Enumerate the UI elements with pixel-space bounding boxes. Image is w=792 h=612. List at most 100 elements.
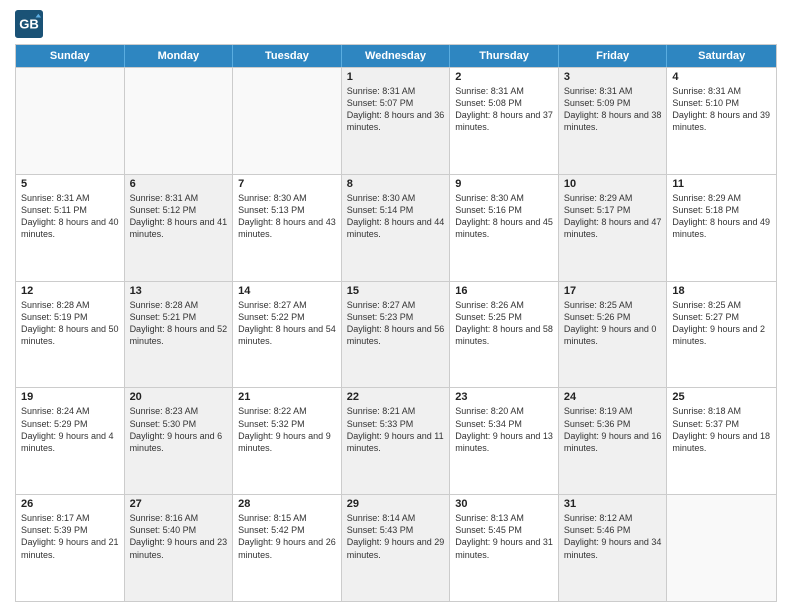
day-cell-11: 11 Sunrise: 8:29 AM Sunset: 5:18 PM Dayli…: [667, 175, 776, 281]
day-cell-29: 29Sunrise: 8:14 AM Sunset: 5:43 PM Dayli…: [342, 495, 451, 601]
header-cell-monday: Monday: [125, 45, 234, 67]
header-cell-friday: Friday: [559, 45, 668, 67]
day-number: 24: [564, 391, 662, 403]
day-cell-2: 2Sunrise: 8:31 AM Sunset: 5:08 PM Daylig…: [450, 68, 559, 174]
header-cell-tuesday: Tuesday: [233, 45, 342, 67]
empty-cell: [233, 68, 342, 174]
day-cell-21: 21 Sunrise: 8:22 AM Sunset: 5:32 PM Dayli…: [233, 388, 342, 494]
day-info: Sunrise: 8:25 AM Sunset: 5:26 PM Dayligh…: [564, 299, 662, 348]
day-cell-13: 13Sunrise: 8:28 AM Sunset: 5:21 PM Dayli…: [125, 282, 234, 388]
day-cell-5: 5 Sunrise: 8:31 AM Sunset: 5:11 PM Daylig…: [16, 175, 125, 281]
day-info: Sunrise: 8:29 AM Sunset: 5:17 PM Dayligh…: [564, 192, 662, 241]
day-number: 29: [347, 498, 445, 510]
week-row-4: 19 Sunrise: 8:24 AM Sunset: 5:29 PM Dayli…: [16, 387, 776, 494]
header-cell-thursday: Thursday: [450, 45, 559, 67]
day-cell-3: 3Sunrise: 8:31 AM Sunset: 5:09 PM Daylig…: [559, 68, 668, 174]
day-cell-8: 8 Sunrise: 8:30 AM Sunset: 5:14 PM Daylig…: [342, 175, 451, 281]
week-row-5: 26 Sunrise: 8:17 AM Sunset: 5:39 PM Dayli…: [16, 494, 776, 601]
day-cell-16: 16 Sunrise: 8:26 AM Sunset: 5:25 PM Dayli…: [450, 282, 559, 388]
week-row-2: 5 Sunrise: 8:31 AM Sunset: 5:11 PM Daylig…: [16, 174, 776, 281]
day-cell-12: 12 Sunrise: 8:28 AM Sunset: 5:19 PM Dayli…: [16, 282, 125, 388]
day-cell-22: 22 Sunrise: 8:21 AM Sunset: 5:33 PM Dayli…: [342, 388, 451, 494]
day-info: Sunrise: 8:31 AM Sunset: 5:07 PM Dayligh…: [347, 85, 445, 134]
day-cell-30: 30Sunrise: 8:13 AM Sunset: 5:45 PM Dayli…: [450, 495, 559, 601]
day-info: Sunrise: 8:26 AM Sunset: 5:25 PM Dayligh…: [455, 299, 553, 348]
day-info: Sunrise: 8:21 AM Sunset: 5:33 PM Dayligh…: [347, 405, 445, 454]
day-cell-14: 14Sunrise: 8:27 AM Sunset: 5:22 PM Dayli…: [233, 282, 342, 388]
day-info: Sunrise: 8:24 AM Sunset: 5:29 PM Dayligh…: [21, 405, 119, 454]
day-number: 12: [21, 285, 119, 297]
day-number: 7: [238, 178, 336, 190]
day-number: 15: [347, 285, 445, 297]
header: GB: [15, 10, 777, 38]
day-number: 18: [672, 285, 771, 297]
day-cell-9: 9 Sunrise: 8:30 AM Sunset: 5:16 PM Daylig…: [450, 175, 559, 281]
day-info: Sunrise: 8:27 AM Sunset: 5:23 PM Dayligh…: [347, 299, 445, 348]
day-number: 3: [564, 71, 662, 83]
day-number: 4: [672, 71, 771, 83]
day-number: 26: [21, 498, 119, 510]
day-cell-18: 18Sunrise: 8:25 AM Sunset: 5:27 PM Dayli…: [667, 282, 776, 388]
svg-text:GB: GB: [19, 17, 39, 32]
day-info: Sunrise: 8:18 AM Sunset: 5:37 PM Dayligh…: [672, 405, 771, 454]
day-info: Sunrise: 8:30 AM Sunset: 5:13 PM Dayligh…: [238, 192, 336, 241]
week-row-1: 1 Sunrise: 8:31 AM Sunset: 5:07 PM Daylig…: [16, 67, 776, 174]
day-number: 11: [672, 178, 771, 190]
day-number: 21: [238, 391, 336, 403]
day-cell-19: 19 Sunrise: 8:24 AM Sunset: 5:29 PM Dayli…: [16, 388, 125, 494]
day-cell-27: 27 Sunrise: 8:16 AM Sunset: 5:40 PM Dayli…: [125, 495, 234, 601]
day-cell-24: 24Sunrise: 8:19 AM Sunset: 5:36 PM Dayli…: [559, 388, 668, 494]
empty-cell: [16, 68, 125, 174]
day-info: Sunrise: 8:31 AM Sunset: 5:11 PM Dayligh…: [21, 192, 119, 241]
day-number: 6: [130, 178, 228, 190]
header-cell-sunday: Sunday: [16, 45, 125, 67]
day-number: 25: [672, 391, 771, 403]
page: GB SundayMondayTuesdayWednesdayThursdayF…: [0, 0, 792, 612]
day-cell-23: 23Sunrise: 8:20 AM Sunset: 5:34 PM Dayli…: [450, 388, 559, 494]
day-info: Sunrise: 8:30 AM Sunset: 5:14 PM Dayligh…: [347, 192, 445, 241]
empty-cell: [125, 68, 234, 174]
day-cell-20: 20Sunrise: 8:23 AM Sunset: 5:30 PM Dayli…: [125, 388, 234, 494]
day-cell-26: 26 Sunrise: 8:17 AM Sunset: 5:39 PM Dayli…: [16, 495, 125, 601]
day-cell-6: 6 Sunrise: 8:31 AM Sunset: 5:12 PM Daylig…: [125, 175, 234, 281]
calendar: SundayMondayTuesdayWednesdayThursdayFrid…: [15, 44, 777, 602]
day-info: Sunrise: 8:20 AM Sunset: 5:34 PM Dayligh…: [455, 405, 553, 454]
day-number: 28: [238, 498, 336, 510]
day-number: 1: [347, 71, 445, 83]
day-info: Sunrise: 8:17 AM Sunset: 5:39 PM Dayligh…: [21, 512, 119, 561]
day-number: 13: [130, 285, 228, 297]
day-cell-28: 28Sunrise: 8:15 AM Sunset: 5:42 PM Dayli…: [233, 495, 342, 601]
day-cell-4: 4 Sunrise: 8:31 AM Sunset: 5:10 PM Daylig…: [667, 68, 776, 174]
day-cell-7: 7 Sunrise: 8:30 AM Sunset: 5:13 PM Daylig…: [233, 175, 342, 281]
day-cell-17: 17Sunrise: 8:25 AM Sunset: 5:26 PM Dayli…: [559, 282, 668, 388]
day-info: Sunrise: 8:22 AM Sunset: 5:32 PM Dayligh…: [238, 405, 336, 454]
week-row-3: 12 Sunrise: 8:28 AM Sunset: 5:19 PM Dayli…: [16, 281, 776, 388]
day-info: Sunrise: 8:12 AM Sunset: 5:46 PM Dayligh…: [564, 512, 662, 561]
header-cell-saturday: Saturday: [667, 45, 776, 67]
day-number: 5: [21, 178, 119, 190]
logo-icon: GB: [15, 10, 43, 38]
day-number: 27: [130, 498, 228, 510]
day-number: 14: [238, 285, 336, 297]
day-info: Sunrise: 8:16 AM Sunset: 5:40 PM Dayligh…: [130, 512, 228, 561]
day-cell-10: 10 Sunrise: 8:29 AM Sunset: 5:17 PM Dayli…: [559, 175, 668, 281]
day-number: 8: [347, 178, 445, 190]
day-number: 22: [347, 391, 445, 403]
day-info: Sunrise: 8:23 AM Sunset: 5:30 PM Dayligh…: [130, 405, 228, 454]
day-number: 16: [455, 285, 553, 297]
day-number: 10: [564, 178, 662, 190]
day-info: Sunrise: 8:13 AM Sunset: 5:45 PM Dayligh…: [455, 512, 553, 561]
day-number: 9: [455, 178, 553, 190]
day-info: Sunrise: 8:31 AM Sunset: 5:12 PM Dayligh…: [130, 192, 228, 241]
day-info: Sunrise: 8:29 AM Sunset: 5:18 PM Dayligh…: [672, 192, 771, 241]
empty-cell: [667, 495, 776, 601]
day-info: Sunrise: 8:31 AM Sunset: 5:10 PM Dayligh…: [672, 85, 771, 134]
day-number: 19: [21, 391, 119, 403]
day-info: Sunrise: 8:30 AM Sunset: 5:16 PM Dayligh…: [455, 192, 553, 241]
calendar-body: 1 Sunrise: 8:31 AM Sunset: 5:07 PM Daylig…: [16, 67, 776, 601]
calendar-header-row: SundayMondayTuesdayWednesdayThursdayFrid…: [16, 45, 776, 67]
day-info: Sunrise: 8:28 AM Sunset: 5:19 PM Dayligh…: [21, 299, 119, 348]
day-cell-25: 25 Sunrise: 8:18 AM Sunset: 5:37 PM Dayli…: [667, 388, 776, 494]
header-cell-wednesday: Wednesday: [342, 45, 451, 67]
logo: GB: [15, 10, 47, 38]
